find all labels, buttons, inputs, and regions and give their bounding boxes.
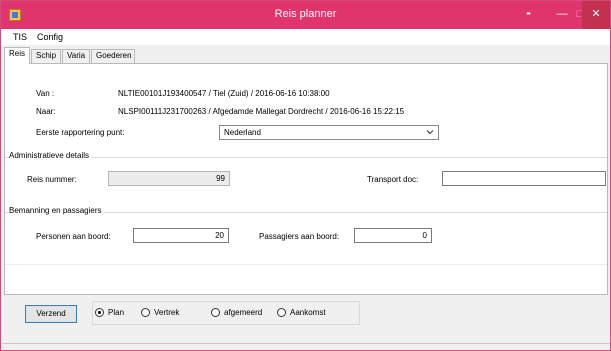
personen-aan-boord-label: Personen aan boord: [36, 232, 111, 241]
radio-afgemeerd-dot [211, 308, 220, 317]
reis-nummer-field[interactable]: 99 [108, 171, 230, 186]
eerste-rapportering-value: Nederland [224, 128, 261, 137]
radio-aankomst-label: Aankomst [290, 308, 326, 317]
radio-afgemeerd[interactable]: afgemeerd [211, 308, 262, 317]
verzend-button[interactable]: Verzend [25, 305, 77, 323]
radio-vertrek-label: Vertrek [154, 308, 180, 317]
radio-aankomst-dot [277, 308, 286, 317]
radio-vertrek[interactable]: Vertrek [141, 308, 179, 317]
eerste-rapportering-select[interactable]: Nederland [219, 125, 439, 140]
admin-group-title: Administratieve details [9, 151, 92, 160]
naar-label: Naar: [36, 107, 56, 116]
menu-item-config[interactable]: Config [37, 32, 63, 42]
radio-plan-label: Plan [108, 308, 125, 317]
radio-aankomst[interactable]: Aankomst [277, 308, 326, 317]
tab-goederen[interactable]: Goederen [91, 49, 135, 63]
tab-reis[interactable]: Reis [4, 47, 30, 64]
naar-value: NLSPI00111J231700263 / Afgedamde Mallega… [118, 107, 405, 116]
crew-group-title: Bemanning en passagiers [9, 206, 104, 215]
personen-aan-boord-field[interactable]: 20 [133, 228, 229, 243]
tab-strip: Reis Schip Varia Goederen [1, 46, 610, 64]
eerste-rapportering-label: Eerste rapportering punt: [36, 128, 125, 137]
crew-group-bottom [5, 264, 607, 265]
transport-doc-label: Transport doc: [367, 175, 419, 184]
admin-group-line [5, 157, 607, 158]
extra-title-button[interactable]: •• [514, 1, 542, 29]
reis-planner-window: Reis planner •• — □ ✕ TIS Config Reis Sc… [0, 0, 611, 351]
menu-bar: TIS Config [1, 29, 610, 45]
tab-varia[interactable]: Varia [62, 49, 90, 63]
transport-doc-field[interactable] [442, 171, 606, 186]
action-bar: Verzend Plan Vertrek afgemeerd Aankomst [4, 297, 608, 327]
van-value: NLTIE00101J193400547 / Tiel (Zuid) / 201… [118, 89, 330, 98]
close-icon[interactable]: ✕ [582, 1, 610, 29]
title-bar[interactable]: Reis planner •• — □ ✕ [1, 1, 610, 29]
menu-item-tis[interactable]: TIS [13, 32, 27, 42]
chevron-down-icon [426, 130, 434, 135]
passagiers-aan-boord-label: Passagiers aan boord: [259, 232, 340, 241]
reis-nummer-label: Reis nummer: [27, 175, 77, 184]
radio-plan-dot [95, 308, 104, 317]
radio-vertrek-dot [141, 308, 150, 317]
radio-afgemeerd-label: afgemeerd [224, 308, 263, 317]
reis-tab-panel: Van : NLTIE00101J193400547 / Tiel (Zuid)… [4, 63, 608, 295]
radio-plan[interactable]: Plan [95, 308, 124, 317]
van-label: Van : [36, 89, 55, 98]
passagiers-aan-boord-field[interactable]: 0 [354, 228, 432, 243]
tab-schip[interactable]: Schip [31, 49, 61, 63]
status-divider [2, 343, 610, 344]
